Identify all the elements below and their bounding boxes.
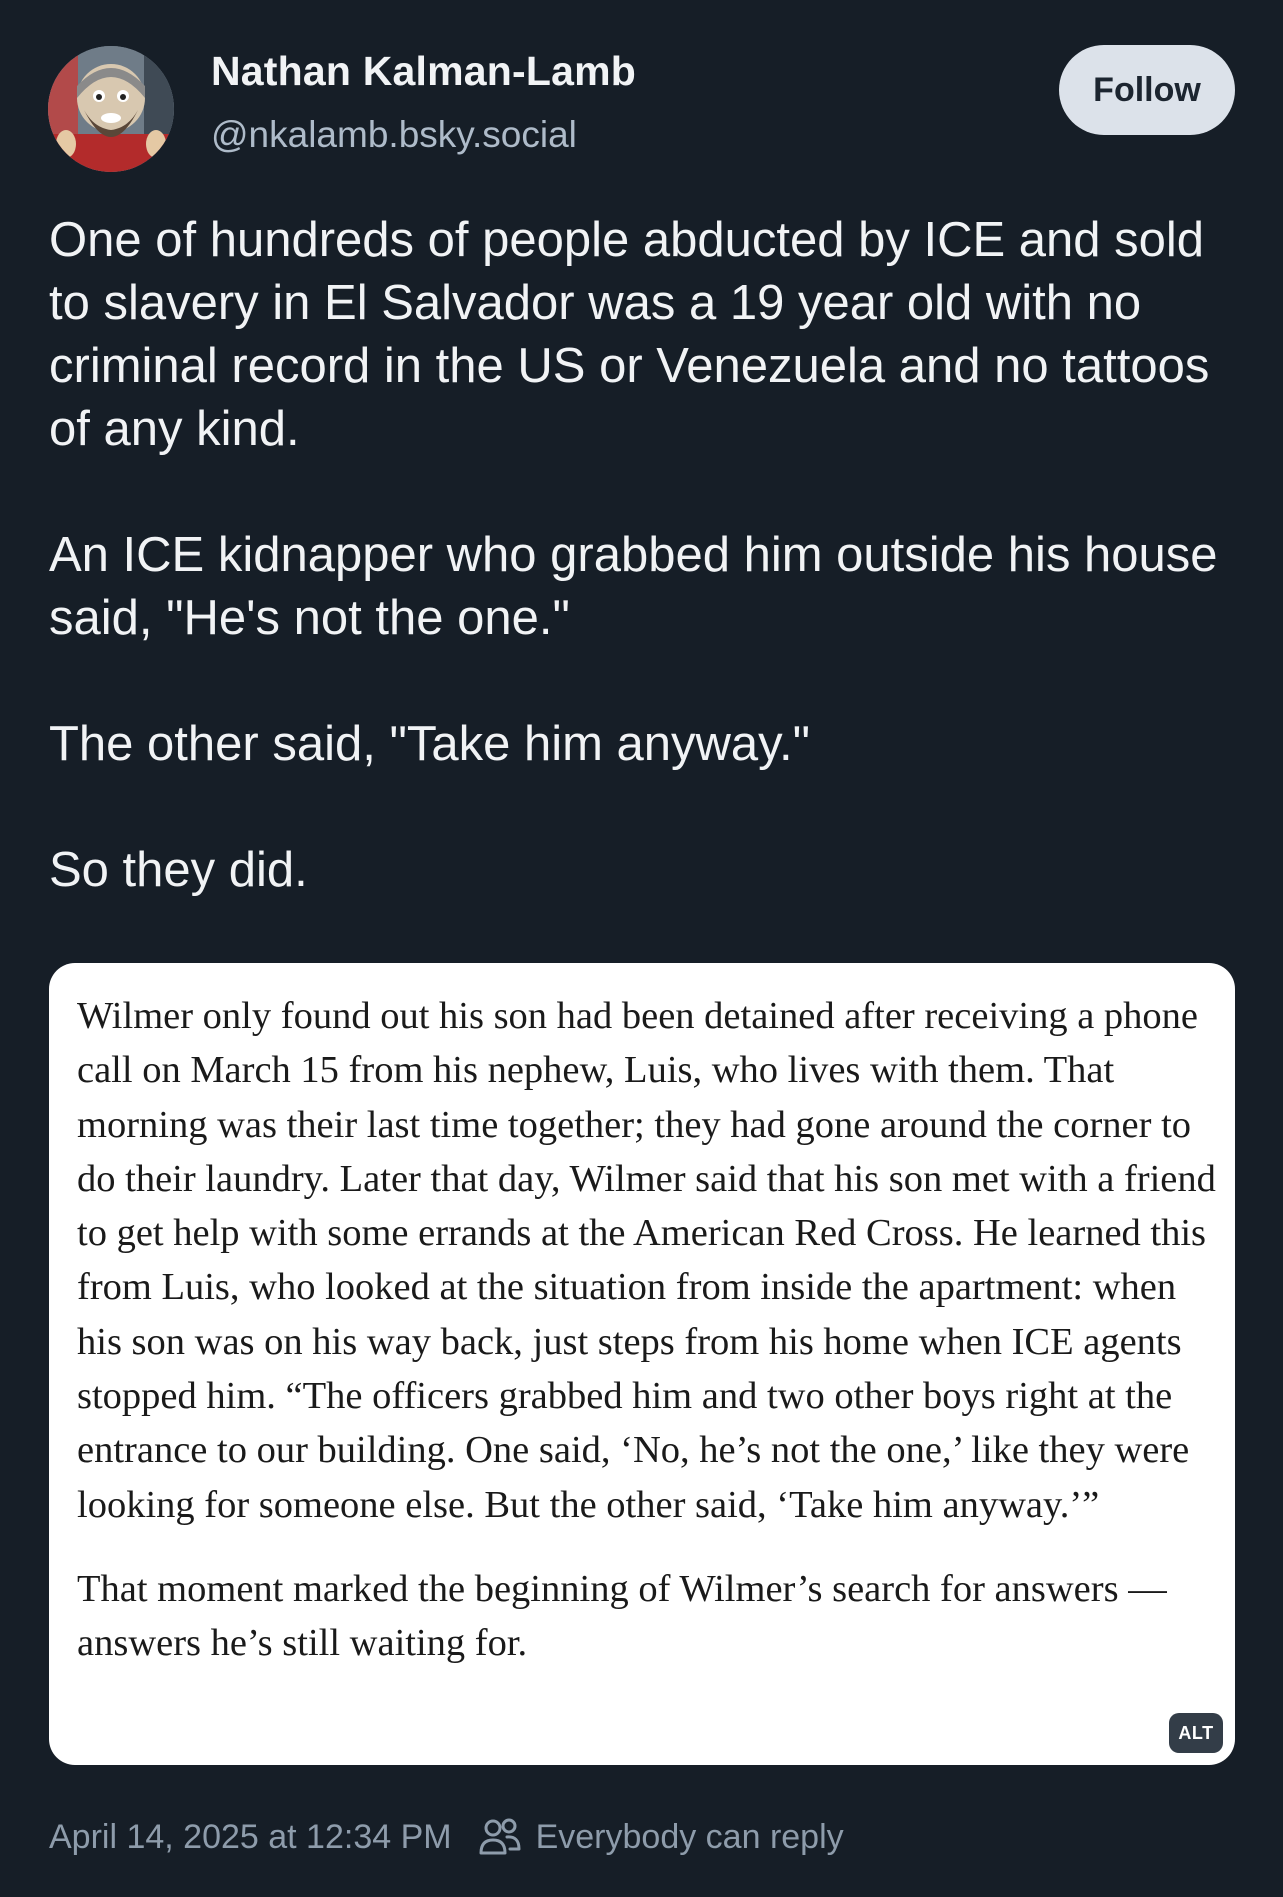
- post-container: Nathan Kalman-Lamb @nkalamb.bsky.social …: [0, 0, 1283, 1897]
- post-text: One of hundreds of people abducted by IC…: [49, 209, 1249, 902]
- article-paragraph: That moment marked the beginning of Wilm…: [77, 1567, 1167, 1665]
- author-display-name[interactable]: Nathan Kalman-Lamb: [211, 48, 636, 95]
- alt-text-badge[interactable]: ALT: [1169, 1713, 1223, 1753]
- post-paragraph: One of hundreds of people abducted by IC…: [49, 213, 1210, 456]
- article-excerpt: Wilmer only found out his son had been d…: [77, 989, 1217, 1701]
- article-paragraph: Wilmer only found out his son had been d…: [77, 995, 1216, 1526]
- post-paragraph: An ICE kidnapper who grabbed him outside…: [49, 528, 1218, 645]
- post-meta: April 14, 2025 at 12:34 PM Everybody can…: [49, 1815, 844, 1859]
- post-paragraph: The other said, "Take him anyway.": [49, 717, 811, 771]
- avatar[interactable]: [48, 46, 174, 172]
- people-icon: [478, 1815, 522, 1859]
- post-paragraph: So they did.: [49, 843, 308, 897]
- embedded-image[interactable]: Wilmer only found out his son had been d…: [49, 963, 1235, 1765]
- follow-button[interactable]: Follow: [1059, 45, 1235, 135]
- author-handle[interactable]: @nkalamb.bsky.social: [211, 114, 577, 156]
- avatar-image: [48, 46, 174, 172]
- post-timestamp[interactable]: April 14, 2025 at 12:34 PM: [49, 1818, 452, 1857]
- reply-setting[interactable]: Everybody can reply: [536, 1818, 844, 1857]
